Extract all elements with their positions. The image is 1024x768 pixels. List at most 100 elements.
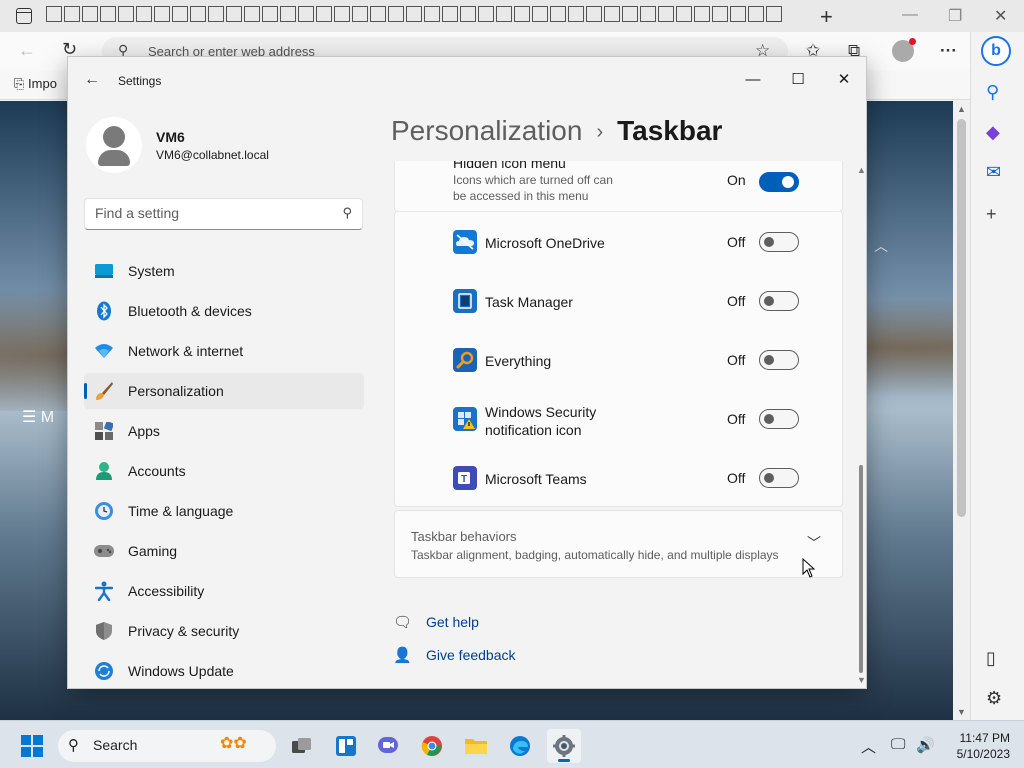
browser-menu-icon[interactable]: ··· bbox=[940, 41, 957, 61]
show-hidden-icons-chevron-icon[interactable]: ︿ bbox=[861, 736, 876, 757]
browser-tab-favicon-icon[interactable] bbox=[586, 6, 602, 22]
chrome-icon[interactable] bbox=[415, 729, 449, 763]
nav-item-gaming[interactable]: Gaming bbox=[84, 533, 364, 569]
taskbar-search-label[interactable]: Search bbox=[93, 737, 137, 753]
favorites-import-item[interactable]: ⎘ Impo bbox=[14, 76, 57, 92]
chevron-down-icon[interactable]: ﹀ bbox=[807, 533, 821, 553]
hidden-icon-menu-toggle[interactable] bbox=[759, 172, 799, 192]
bing-copilot-icon[interactable]: b bbox=[981, 36, 1011, 66]
volume-icon[interactable]: 🔊 bbox=[916, 736, 935, 754]
scroll-up-arrow-icon[interactable]: ▲ bbox=[957, 104, 966, 114]
webpage-menu-icon[interactable]: ☰ M bbox=[22, 407, 54, 427]
browser-minimize-icon[interactable]: — bbox=[902, 6, 918, 24]
settings-back-arrow-icon[interactable]: ← bbox=[84, 71, 100, 89]
browser-tab-favicon-icon[interactable] bbox=[604, 6, 620, 22]
browser-tab-favicon-icon[interactable] bbox=[46, 6, 62, 22]
pane-scroll-down-icon[interactable]: ▼ bbox=[857, 675, 866, 685]
taskbar-behaviors-expander[interactable]: Taskbar behaviors Taskbar alignment, bad… bbox=[394, 510, 843, 578]
sidebar-search-icon[interactable]: ⚲ bbox=[986, 82, 999, 103]
browser-tab-favicon-icon[interactable] bbox=[298, 6, 314, 22]
settings-close-button[interactable]: ✕ bbox=[827, 65, 861, 95]
settings-maximize-button[interactable]: ☐ bbox=[781, 65, 815, 95]
browser-tab-favicon-icon[interactable] bbox=[550, 6, 566, 22]
browser-tab-strip[interactable] bbox=[46, 6, 784, 26]
webpage-chevron-up-icon[interactable]: ︿ bbox=[874, 236, 888, 256]
browser-tab-favicon-icon[interactable] bbox=[280, 6, 296, 22]
tab-actions-icon[interactable] bbox=[16, 8, 32, 24]
browser-tab-favicon-icon[interactable] bbox=[424, 6, 440, 22]
browser-tab-favicon-icon[interactable] bbox=[622, 6, 638, 22]
browser-tab-favicon-icon[interactable] bbox=[658, 6, 674, 22]
nav-item-apps[interactable]: Apps bbox=[84, 413, 364, 449]
task-view-icon[interactable] bbox=[285, 729, 319, 763]
edge-icon[interactable] bbox=[503, 729, 537, 763]
browser-tab-favicon-icon[interactable] bbox=[334, 6, 350, 22]
browser-close-icon[interactable]: ✕ bbox=[994, 6, 1007, 26]
nav-item-time-language[interactable]: Time & language bbox=[84, 493, 364, 529]
browser-profile-avatar[interactable] bbox=[892, 38, 916, 62]
browser-tab-favicon-icon[interactable] bbox=[514, 6, 530, 22]
browser-tab-favicon-icon[interactable] bbox=[676, 6, 692, 22]
browser-tab-favicon-icon[interactable] bbox=[226, 6, 242, 22]
browser-tab-favicon-icon[interactable] bbox=[532, 6, 548, 22]
onedrive-toggle[interactable] bbox=[759, 232, 799, 252]
browser-tab-favicon-icon[interactable] bbox=[100, 6, 116, 22]
browser-tab-favicon-icon[interactable] bbox=[82, 6, 98, 22]
teams-chat-icon[interactable] bbox=[371, 729, 405, 763]
pane-scrollbar-thumb[interactable] bbox=[859, 465, 863, 673]
give-feedback-link[interactable]: Give feedback bbox=[426, 647, 516, 663]
browser-tab-favicon-icon[interactable] bbox=[406, 6, 422, 22]
nav-item-network-internet[interactable]: Network & internet bbox=[84, 333, 364, 369]
browser-tab-favicon-icon[interactable] bbox=[730, 6, 746, 22]
settings-app-gear-icon[interactable] bbox=[547, 729, 581, 763]
sidebar-outlook-icon[interactable]: ✉ bbox=[986, 162, 1001, 183]
browser-tab-favicon-icon[interactable] bbox=[442, 6, 458, 22]
browser-tab-favicon-icon[interactable] bbox=[118, 6, 134, 22]
taskbar-clock[interactable]: 11:47 PM 5/10/2023 bbox=[946, 730, 1010, 762]
browser-tab-favicon-icon[interactable] bbox=[712, 6, 728, 22]
sidebar-toggle-icon[interactable]: ▯ bbox=[986, 648, 996, 669]
breadcrumb-parent[interactable]: Personalization bbox=[391, 115, 582, 146]
browser-tab-favicon-icon[interactable] bbox=[748, 6, 764, 22]
everything-toggle[interactable] bbox=[759, 350, 799, 370]
browser-tab-favicon-icon[interactable] bbox=[244, 6, 260, 22]
browser-tab-favicon-icon[interactable] bbox=[568, 6, 584, 22]
browser-tab-favicon-icon[interactable] bbox=[370, 6, 386, 22]
sidebar-settings-gear-icon[interactable]: ⚙ bbox=[986, 688, 1002, 709]
nav-item-system[interactable]: System bbox=[84, 253, 364, 289]
scrollbar-thumb[interactable] bbox=[957, 119, 966, 517]
pane-scroll-up-icon[interactable]: ▲ bbox=[857, 165, 866, 175]
browser-tab-favicon-icon[interactable] bbox=[352, 6, 368, 22]
get-help-link[interactable]: Get help bbox=[426, 614, 479, 630]
nav-item-privacy-security[interactable]: Privacy & security bbox=[84, 613, 364, 649]
nav-item-windows-update[interactable]: Windows Update bbox=[84, 653, 364, 688]
browser-tab-favicon-icon[interactable] bbox=[766, 6, 782, 22]
nav-item-personalization[interactable]: Personalization bbox=[84, 373, 364, 409]
file-explorer-icon[interactable] bbox=[459, 729, 493, 763]
browser-tab-favicon-icon[interactable] bbox=[64, 6, 80, 22]
browser-tab-favicon-icon[interactable] bbox=[316, 6, 332, 22]
nav-item-accessibility[interactable]: Accessibility bbox=[84, 573, 364, 609]
nav-item-bluetooth-devices[interactable]: Bluetooth & devices bbox=[84, 293, 364, 329]
user-avatar[interactable] bbox=[86, 117, 142, 173]
browser-tab-favicon-icon[interactable] bbox=[136, 6, 152, 22]
sidebar-add-icon[interactable]: + bbox=[986, 204, 997, 225]
find-setting-box[interactable]: ⚲ bbox=[84, 198, 363, 230]
widgets-icon[interactable] bbox=[329, 729, 363, 763]
browser-restore-icon[interactable]: ❐ bbox=[948, 6, 962, 26]
browser-tab-favicon-icon[interactable] bbox=[460, 6, 476, 22]
settings-pane-scrollbar[interactable]: ▲ ▼ bbox=[857, 165, 866, 685]
browser-tab-favicon-icon[interactable] bbox=[154, 6, 170, 22]
browser-tab-favicon-icon[interactable] bbox=[388, 6, 404, 22]
start-button-windows-icon[interactable] bbox=[21, 735, 43, 757]
scroll-down-arrow-icon[interactable]: ▼ bbox=[957, 707, 966, 717]
browser-tab-favicon-icon[interactable] bbox=[694, 6, 710, 22]
browser-tab-favicon-icon[interactable] bbox=[190, 6, 206, 22]
browser-back-icon[interactable]: ← bbox=[18, 40, 36, 61]
find-setting-input[interactable] bbox=[95, 205, 325, 221]
teams-toggle[interactable] bbox=[759, 468, 799, 488]
browser-tab-favicon-icon[interactable] bbox=[208, 6, 224, 22]
browser-tab-favicon-icon[interactable] bbox=[262, 6, 278, 22]
task-manager-toggle[interactable] bbox=[759, 291, 799, 311]
browser-tab-favicon-icon[interactable] bbox=[172, 6, 188, 22]
